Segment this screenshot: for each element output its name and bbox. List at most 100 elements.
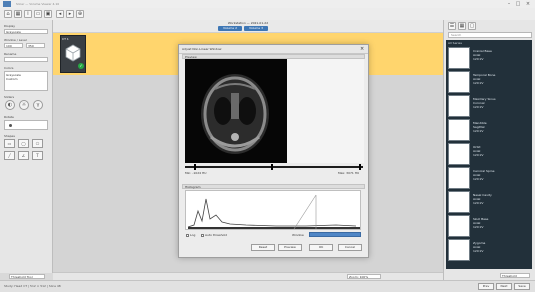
display-select[interactable]: Grayscale (4, 29, 48, 34)
range-slider-track[interactable] (185, 166, 363, 168)
series-list: All Series Cranial Base Axial 120 kV Tem… (446, 40, 532, 269)
grid-view-icon[interactable]: ▦ (458, 22, 466, 30)
threshold-tool-select[interactable]: Threshold Tool (9, 274, 45, 279)
cube-icon (448, 167, 470, 189)
list-item[interactable]: Nasal Cavity Axial 120 kV (448, 191, 530, 213)
list-view-icon[interactable]: ☰ (448, 22, 456, 30)
auto-threshold-label: Auto threshold (205, 233, 228, 237)
rectangle-tool-icon[interactable]: ▭ (4, 139, 15, 148)
series-thumbnail[interactable]: CT 1 ✓ (60, 35, 86, 73)
level-input[interactable]: 350 (26, 43, 45, 48)
list-item[interactable]: Zygoma Axial 120 kV (448, 239, 530, 261)
series-sub2: 120 kV (473, 177, 484, 181)
ct-preview-image (185, 59, 287, 163)
list-item[interactable]: Cranial Base Axial 120 kV (448, 47, 530, 69)
rotate-handle-icon[interactable] (9, 124, 12, 127)
maximize-button[interactable]: □ (515, 1, 521, 7)
grid-icon[interactable]: ▦ (14, 10, 22, 18)
rotate-control[interactable] (4, 120, 48, 130)
bottom-status-bar: Study: Head CT | 512 × 512 | Slice 48 Pr… (0, 280, 535, 292)
window-level-label: Window / Level (4, 38, 27, 42)
text-tool-icon[interactable]: T (32, 151, 43, 160)
series-sub2: 120 kV (473, 249, 484, 253)
dialog-title: Adjust Non-Linear Window (182, 47, 222, 51)
colors-list[interactable]: Grayscale Custom (4, 71, 48, 91)
study-info: Study: Head CT | 512 × 512 | Slice 48 (4, 284, 61, 288)
zoom-icon[interactable]: ⊕ (76, 10, 84, 18)
next-button[interactable]: Next (496, 283, 512, 290)
series-sub2: 120 kV (473, 153, 484, 157)
cube-icon (448, 215, 470, 237)
folder-icon[interactable]: ▭ (34, 10, 42, 18)
rename-input[interactable] (4, 57, 48, 62)
contrast-icon[interactable]: ◐ (5, 100, 15, 110)
histogram-label: Histogram (185, 185, 201, 189)
histogram-chart[interactable] (185, 190, 361, 230)
list-item[interactable]: Skull Base Axial 120 kV (448, 215, 530, 237)
gamma-icon[interactable]: γ (33, 100, 43, 110)
list-item[interactable]: Cervical Spine Axial 120 kV (448, 167, 530, 189)
series-sub2: 120 kV (473, 57, 484, 61)
right-status-select[interactable]: Threshold (500, 273, 530, 278)
series-search-input[interactable]: Search (448, 32, 532, 38)
cube-icon (448, 143, 470, 165)
tab-volume-2[interactable]: Volume 2 (218, 26, 242, 31)
window-title: Slicer — Volume Viewer 4.10 (16, 2, 60, 6)
ellipse-tool-icon[interactable]: ◯ (18, 139, 29, 148)
preview-button[interactable]: Preview (278, 244, 302, 251)
adjust-window-dialog: Adjust Non-Linear Window × Preview Min: … (178, 44, 369, 258)
shapes-label: Shapes (4, 134, 15, 138)
ok-button[interactable]: OK (309, 244, 333, 251)
dialog-title-bar: Adjust Non-Linear Window × (179, 45, 368, 54)
list-item[interactable]: Orbit Axial 120 kV (448, 143, 530, 165)
series-sub2: 120 kV (473, 81, 484, 85)
slider-max-label: Max: 3071 HU (338, 171, 360, 175)
prev-button[interactable]: Prev (478, 283, 494, 290)
slider-max-handle[interactable] (359, 164, 361, 170)
polygon-tool-icon[interactable]: ⬠ (32, 139, 43, 148)
info-icon[interactable]: i (24, 10, 32, 18)
series-list-title: All Series (448, 41, 462, 45)
tab-volume-3[interactable]: Volume 3 (244, 26, 268, 31)
series-sub2: 120 kV (473, 225, 484, 229)
slider-mid-handle[interactable] (271, 164, 273, 170)
sliders-label: Sliders (4, 95, 15, 99)
list-item[interactable]: Custom (6, 77, 46, 81)
auto-threshold-checkbox[interactable] (201, 234, 204, 237)
arrow-right-icon[interactable]: ▸ (66, 10, 74, 18)
dialog-close-icon[interactable]: × (360, 45, 364, 53)
window-range-input[interactable] (309, 232, 361, 237)
slider-min-handle[interactable] (193, 164, 196, 170)
list-item[interactable]: Mandible Sagittal 120 kV (448, 119, 530, 141)
left-panel: Display Grayscale Window / Level 100 350… (0, 20, 53, 273)
line-tool-icon[interactable]: ╱ (4, 151, 15, 160)
cancel-button[interactable]: Cancel (338, 244, 362, 251)
list-item[interactable]: Temporal Bone Axial 120 kV (448, 71, 530, 93)
cube-icon (448, 71, 470, 93)
thumbnail-label: CT 1 (62, 37, 69, 41)
save-button[interactable]: Save (514, 283, 530, 290)
cube-icon (65, 44, 81, 62)
colors-label: Colors (4, 66, 14, 70)
list-item[interactable]: Maxillary Sinus Coronal 120 kV (448, 95, 530, 117)
home-icon[interactable]: ⌂ (4, 10, 12, 18)
reset-button[interactable]: Reset (251, 244, 275, 251)
series-sub2: 120 kV (473, 201, 484, 205)
arrow-left-icon[interactable]: ◂ (56, 10, 64, 18)
center-header: Workstation — 2021-01-22 Volume 2 Volume… (53, 20, 443, 33)
single-view-icon[interactable]: ▢ (468, 22, 476, 30)
cube-icon (448, 119, 470, 141)
log-checkbox-label: Log (190, 233, 196, 237)
rotate-label: Rotate (4, 115, 14, 119)
histogram-section-header: Histogram (182, 184, 365, 189)
minimize-button[interactable]: – (506, 1, 512, 7)
window-input[interactable]: 100 (4, 43, 23, 48)
image-icon[interactable]: ▣ (44, 10, 52, 18)
zoom-select[interactable]: Zoom: 100% (347, 274, 381, 279)
cube-icon (448, 239, 470, 261)
angle-tool-icon[interactable]: ∠ (18, 151, 29, 160)
center-status-bar: Threshold Tool Zoom: 100% (9, 272, 443, 280)
brightness-icon[interactable]: ☼ (19, 100, 29, 110)
log-checkbox[interactable] (186, 234, 189, 237)
close-button[interactable]: × (525, 1, 531, 7)
